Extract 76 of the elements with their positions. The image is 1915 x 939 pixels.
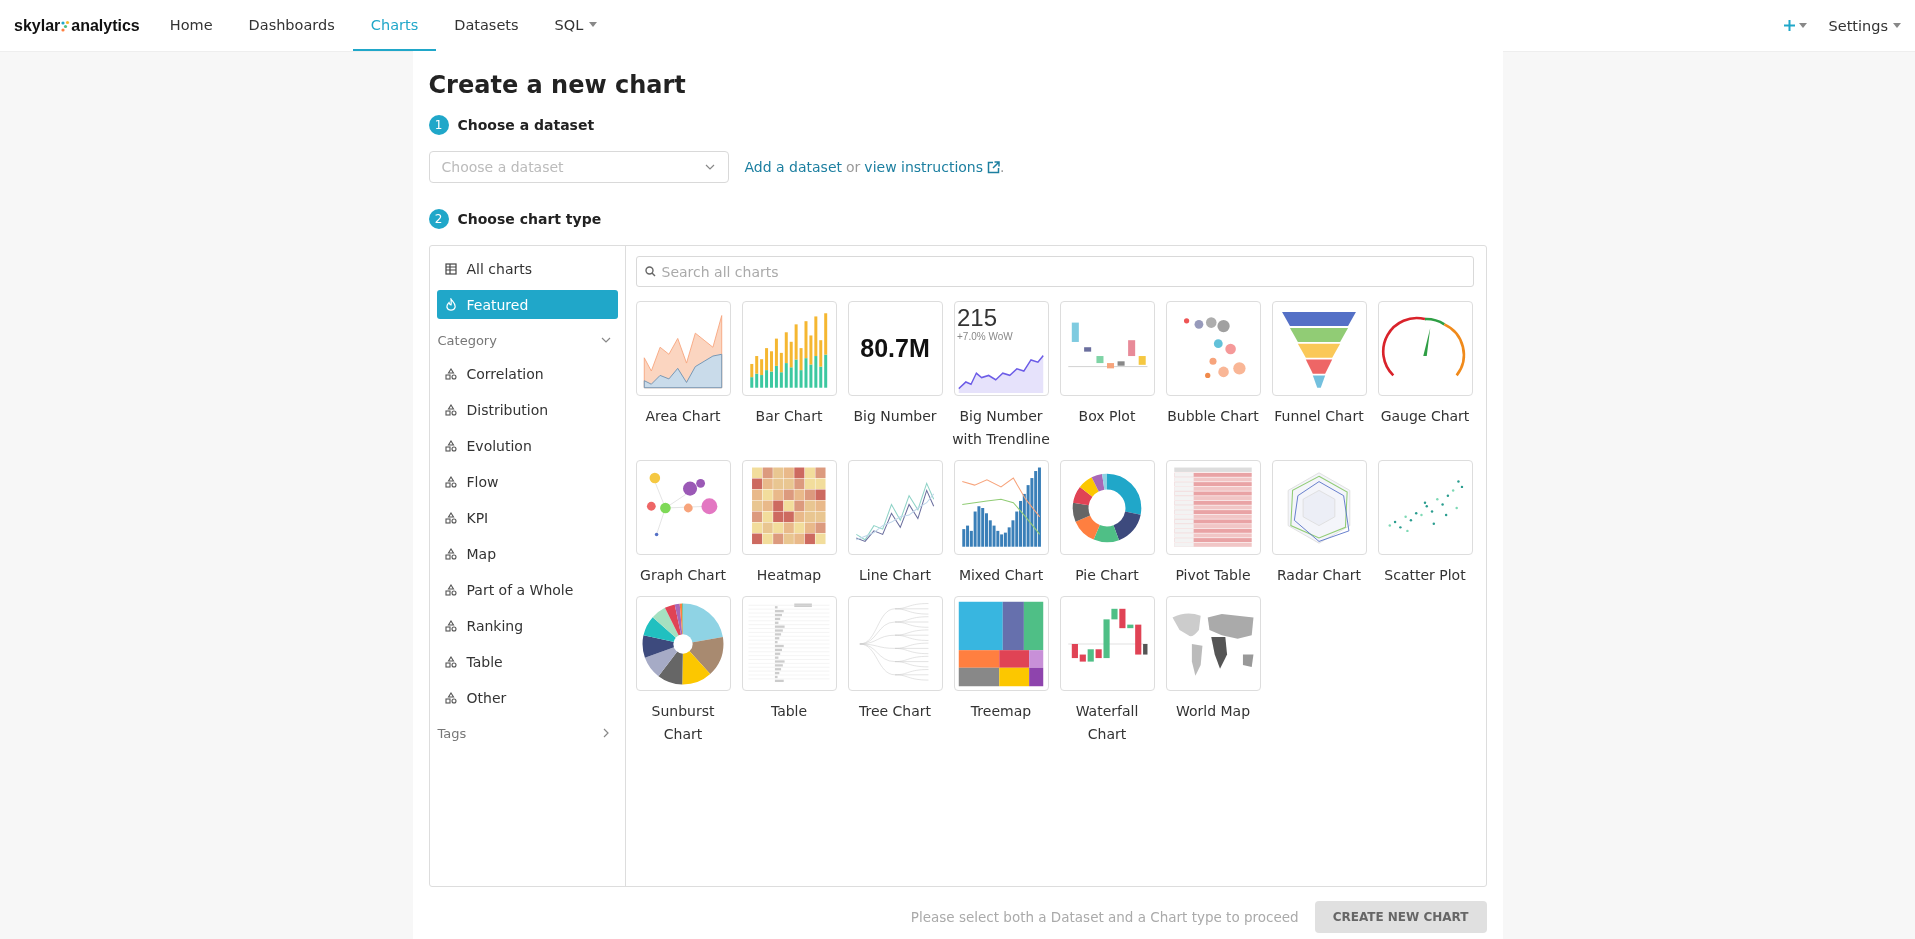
- chart-type-label[interactable]: Heatmap: [739, 564, 839, 587]
- chart-type-label[interactable]: Box Plot: [1057, 405, 1157, 428]
- chart-type-label[interactable]: Bubble Chart: [1163, 405, 1263, 428]
- shapes-icon: [444, 619, 457, 632]
- chart-type-label[interactable]: Pivot Table: [1163, 564, 1263, 587]
- category-item[interactable]: Distribution: [436, 395, 618, 424]
- step-title: Choose a dataset: [457, 117, 595, 133]
- chart-type-label[interactable]: Table: [739, 700, 839, 723]
- big-number-value: 215: [957, 304, 998, 331]
- table-icon: [444, 262, 457, 275]
- caret-icon: [1893, 23, 1901, 28]
- shapes-icon: [444, 547, 457, 560]
- chart-type-label[interactable]: Pie Chart: [1057, 564, 1157, 587]
- step-title: Choose chart type: [457, 211, 602, 227]
- shapes-icon: [444, 691, 457, 704]
- category-item[interactable]: Table: [436, 647, 618, 676]
- nav-tab[interactable]: SQL: [536, 0, 616, 51]
- chart-type-label[interactable]: Gauge Chart: [1375, 405, 1475, 428]
- dots-icon: [61, 19, 71, 32]
- category-item[interactable]: Evolution: [436, 431, 618, 460]
- category-item[interactable]: KPI: [436, 503, 618, 532]
- chart-type-label[interactable]: Sunburst Chart: [633, 700, 733, 746]
- chart-type-label[interactable]: Treemap: [951, 700, 1051, 723]
- step-number: 2: [428, 209, 449, 229]
- step-number: 1: [428, 115, 449, 135]
- chart-type-label[interactable]: Big Number: [845, 405, 945, 428]
- selection-hint: Please select both a Dataset and a Chart type to proceed: [910, 909, 1299, 925]
- category-item[interactable]: Ranking: [436, 611, 618, 640]
- chart-type-label[interactable]: Waterfall Chart: [1057, 700, 1157, 746]
- category-item[interactable]: Map: [436, 539, 618, 568]
- page-title: Create a new chart: [428, 71, 687, 99]
- settings-menu[interactable]: Settings: [1828, 17, 1901, 34]
- chart-type-label[interactable]: Bar Chart: [739, 405, 839, 428]
- add-menu-button[interactable]: [1782, 19, 1807, 32]
- sidebar-item[interactable]: All charts: [436, 254, 618, 283]
- chart-type-label[interactable]: World Map: [1163, 700, 1263, 723]
- shapes-icon: [444, 655, 457, 668]
- shapes-icon: [444, 367, 457, 380]
- chart-type-label[interactable]: Area Chart: [633, 405, 733, 428]
- category-header[interactable]: Category: [436, 326, 618, 354]
- tags-header[interactable]: Tags: [436, 719, 618, 747]
- plus-icon: [1782, 19, 1796, 32]
- brand-name: analytics: [71, 16, 140, 35]
- caret-icon: [1798, 23, 1807, 28]
- nav-tab[interactable]: Home: [151, 0, 231, 51]
- shapes-icon: [444, 511, 457, 524]
- shapes-icon: [444, 475, 457, 488]
- instructions-link[interactable]: view instructions: [864, 159, 983, 175]
- nav-tab[interactable]: Datasets: [436, 0, 537, 51]
- chart-type-label[interactable]: Graph Chart: [633, 564, 733, 587]
- chart-type-label[interactable]: Radar Chart: [1269, 564, 1369, 587]
- trend-subtitle: +7.0% WoW: [957, 330, 1013, 342]
- shapes-icon: [444, 439, 457, 452]
- dataset-hint: Add a dataset or view instructions .: [744, 159, 1005, 175]
- category-item[interactable]: Part of a Whole: [436, 575, 618, 604]
- add-dataset-link[interactable]: Add a dataset: [744, 159, 842, 175]
- shapes-icon: [444, 403, 457, 416]
- brand-name: skylar: [14, 16, 61, 35]
- search-field[interactable]: Search all charts: [635, 256, 1474, 287]
- category-item[interactable]: Other: [436, 683, 618, 712]
- search-icon: [644, 266, 656, 277]
- nav-tab[interactable]: Dashboards: [230, 0, 353, 51]
- chart-thumbnail[interactable]: 215 +7.0% WoW: [953, 301, 1049, 396]
- chart-type-label[interactable]: Tree Chart: [845, 700, 945, 723]
- external-link-icon[interactable]: [987, 160, 1000, 174]
- big-number-value: 80.7M: [860, 334, 930, 363]
- chart-type-label[interactable]: Line Chart: [845, 564, 945, 587]
- shapes-icon: [444, 583, 457, 596]
- chart-type-label[interactable]: Mixed Chart: [951, 564, 1051, 587]
- category-item[interactable]: Correlation: [436, 359, 618, 388]
- chart-type-label[interactable]: Scatter Plot: [1375, 564, 1475, 587]
- chart-type-label[interactable]: Funnel Chart: [1269, 405, 1369, 428]
- category-item[interactable]: Flow: [436, 467, 618, 496]
- flame-icon: [444, 297, 457, 312]
- chart-thumbnail[interactable]: 80.7M: [847, 301, 943, 396]
- chart-type-label[interactable]: Big Number with Trendline: [951, 405, 1051, 451]
